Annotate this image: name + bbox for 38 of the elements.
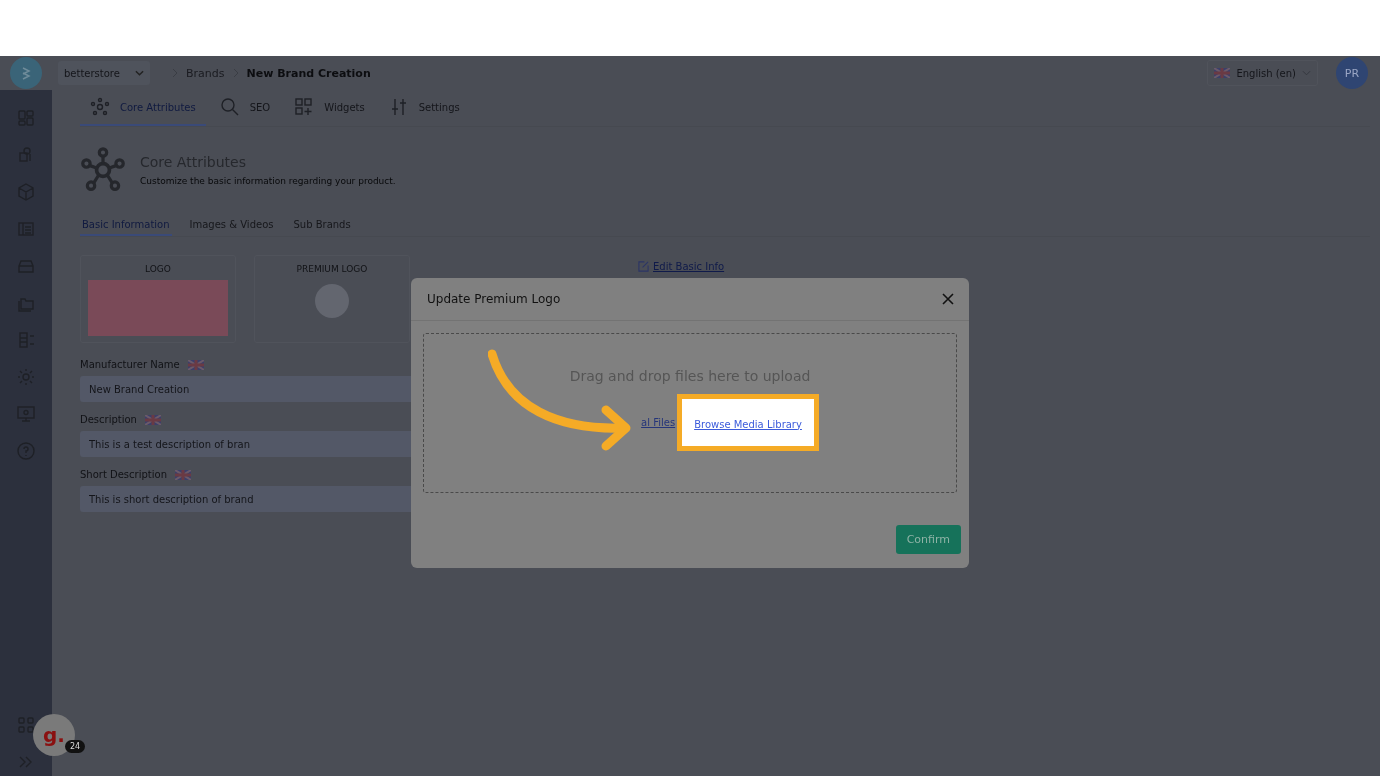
user-avatar[interactable]: PR <box>1336 57 1368 89</box>
notification-badge: 24 <box>65 740 86 753</box>
flag-icon <box>187 359 204 370</box>
app-logo[interactable] <box>10 57 42 89</box>
tab[interactable]: Core Attributes <box>80 90 206 126</box>
empty-logo-circle <box>315 284 349 318</box>
modal-title: Update Premium Logo <box>427 292 561 306</box>
flag-icon <box>144 414 161 425</box>
card-label: LOGO <box>145 264 171 274</box>
close-button[interactable] <box>941 292 955 306</box>
sub-tab[interactable]: Sub Brands <box>291 215 353 236</box>
box-icon[interactable] <box>16 182 36 202</box>
breadcrumb-item: New Brand Creation <box>246 66 371 80</box>
search-icon <box>219 97 240 117</box>
flag-icon <box>1214 68 1231 78</box>
apps-icon[interactable] <box>16 715 36 735</box>
section-subtitle: Customize the basic information regarding your product. <box>140 176 396 186</box>
tab[interactable]: Widgets <box>284 90 375 126</box>
media-library-link[interactable]: Browse Media Library <box>694 418 802 430</box>
help-icon[interactable] <box>16 441 36 461</box>
field-label: Short Description <box>80 469 167 480</box>
logo-card[interactable]: LOGO <box>80 255 236 343</box>
tab[interactable]: Settings <box>378 90 470 126</box>
hub-icon <box>90 97 110 117</box>
field-label: Manufacturer Name <box>80 359 180 370</box>
confirm-button[interactable]: Confirm <box>895 525 961 554</box>
sub-tab[interactable]: Basic Information <box>80 215 172 236</box>
field-label: Description <box>80 414 137 425</box>
flag-icon <box>174 469 191 480</box>
chevron-down-icon <box>135 70 144 76</box>
local-files-link[interactable]: al Files <box>641 416 676 428</box>
hub-icon <box>80 147 126 193</box>
store-select[interactable]: betterstore <box>58 61 150 85</box>
language-select[interactable]: English (en) <box>1207 60 1318 86</box>
tab[interactable]: SEO <box>209 90 281 126</box>
widgets-icon <box>294 97 315 117</box>
close-icon <box>941 292 955 306</box>
edit-icon <box>638 261 649 272</box>
